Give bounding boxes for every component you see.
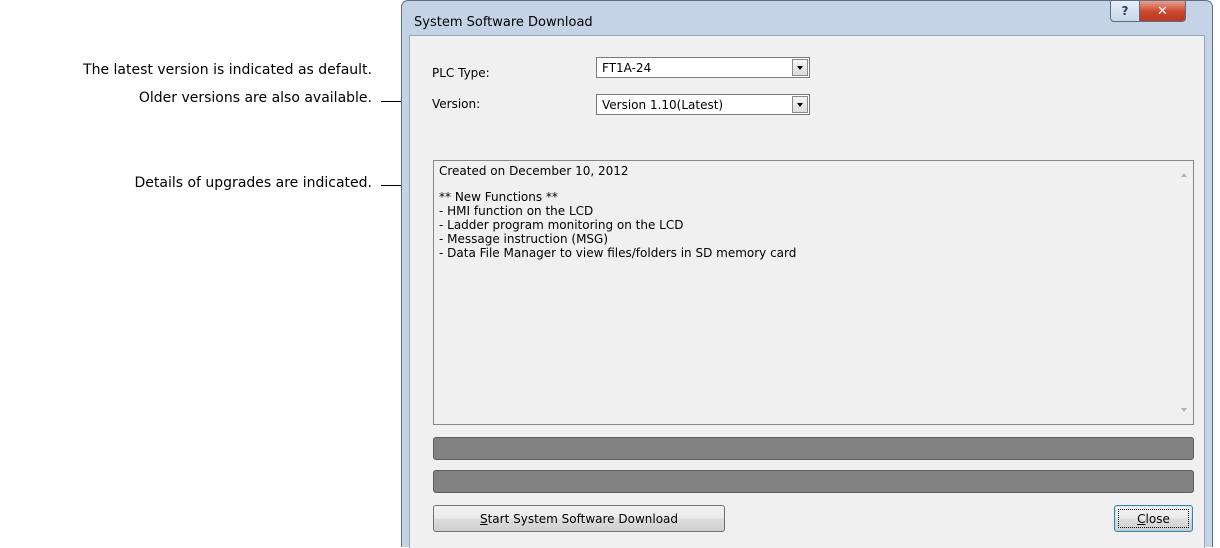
annotation-older-versions: Older versions are also available. — [138, 90, 372, 106]
version-value: Version 1.10(Latest) — [602, 98, 724, 112]
question-mark-icon: ? — [1121, 4, 1129, 18]
scroll-up-icon[interactable] — [1181, 173, 1187, 177]
details-line — [439, 178, 796, 190]
focus-rectangle — [1118, 509, 1189, 528]
details-line: Created on December 10, 2012 — [439, 164, 629, 178]
plc-type-select[interactable]: FT1A-24 — [596, 57, 810, 78]
close-button[interactable]: Close — [1114, 505, 1193, 532]
upgrade-details-textbox[interactable]: Created on December 10, 2012 ** New Func… — [433, 160, 1194, 425]
download-progress-bar-2 — [433, 470, 1194, 493]
window-close-button[interactable]: ✕ — [1139, 1, 1186, 22]
dialog-title: System Software Download — [414, 15, 593, 30]
dialog-client-area: PLC Type: FT1A-24 Version: Version 1.10(… — [409, 35, 1205, 548]
details-line: - Message instruction (MSG) — [439, 232, 609, 246]
annotation-details: Details of upgrades are indicated. — [134, 175, 372, 191]
upgrade-details-text: Created on December 10, 2012 ** New Func… — [439, 164, 796, 260]
plc-type-label: PLC Type: — [432, 66, 490, 80]
help-button[interactable]: ? — [1110, 1, 1140, 22]
vertical-scrollbar[interactable] — [1176, 161, 1193, 424]
annotation-latest-default: The latest version is indicated as defau… — [83, 62, 372, 78]
plc-type-value: FT1A-24 — [602, 61, 652, 75]
chevron-down-icon[interactable] — [792, 96, 808, 113]
start-button-label: Start System Software Download — [479, 511, 679, 526]
version-select[interactable]: Version 1.10(Latest) — [596, 94, 810, 115]
chevron-down-icon[interactable] — [792, 59, 808, 76]
details-line: ** New Functions ** — [439, 190, 558, 204]
version-label: Version: — [432, 97, 481, 111]
details-line: - Data File Manager to view files/folder… — [439, 246, 797, 260]
start-system-software-download-button[interactable]: Start System Software Download — [433, 505, 725, 532]
title-bar[interactable]: System Software Download ? ✕ — [402, 1, 1212, 35]
system-software-download-dialog: System Software Download ? ✕ PLC Type: F… — [401, 0, 1213, 548]
download-progress-bar-1 — [433, 437, 1194, 460]
details-line: - Ladder program monitoring on the LCD — [439, 218, 684, 232]
close-icon: ✕ — [1157, 3, 1168, 19]
details-line: - HMI function on the LCD — [439, 204, 594, 218]
scroll-down-icon[interactable] — [1181, 408, 1187, 412]
